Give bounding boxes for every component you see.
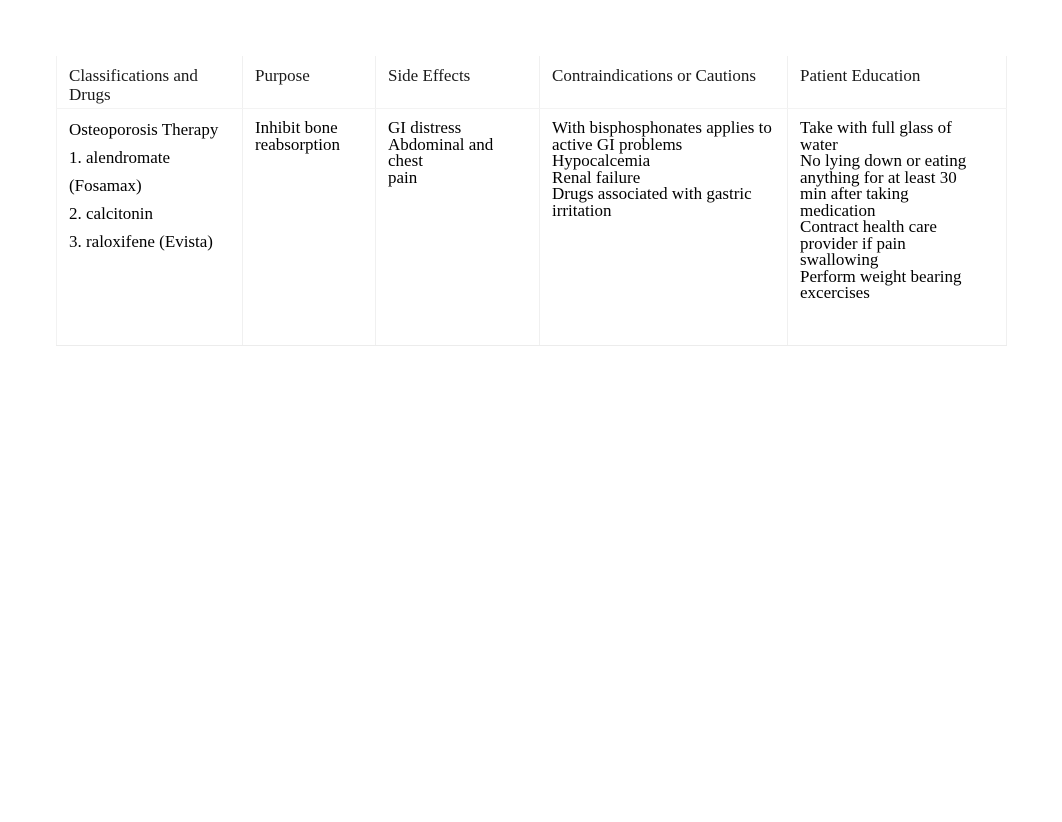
table-header-cell-purpose: Purpose [242,56,376,109]
purpose-block: Inhibit bone reabsorption [255,119,365,154]
contraindication-line: irritation [552,200,612,220]
drug-item-brand: (Fosamax) [69,176,142,195]
drug-classification-table: Classifications and Drugs Purpose Side E… [56,56,1007,346]
table-row: Osteoporosis Therapy 1. alendromate (Fos… [56,108,1007,346]
drug-category-osteoporosis-therapy: Osteoporosis Therapy [69,120,219,139]
cell-side-effects: GI distress Abdominal and chest pain [375,108,540,346]
cell-contraindications: With bisphosphonates applies to active G… [539,108,788,346]
cell-purpose: Inhibit bone reabsorption [242,108,376,346]
drug-item: 1. alendromate [69,148,171,167]
table-header-cell-contraindications: Contraindications or Cautions [539,56,788,109]
drug-item: 2. calcitonin [69,204,154,223]
table-header-cell-patient-education: Patient Education [787,56,1007,109]
cell-patient-education: Take with full glass of water No lying d… [787,108,1007,346]
document-page: Classifications and Drugs Purpose Side E… [0,0,1062,822]
patient-education-block: Take with full glass of water No lying d… [800,119,996,302]
cell-classifications-and-drugs: Osteoporosis Therapy 1. alendromate (Fos… [56,108,243,346]
column-header-contraindications-or-cautions: Contraindications or Cautions [552,66,756,85]
side-effect-line: Abdominal and chest [388,134,494,170]
patient-education-line: excercises [800,283,870,302]
purpose-line: reabsorption [255,134,340,154]
contraindications-block: With bisphosphonates applies to active G… [552,119,777,220]
column-header-side-effects: Side Effects [388,66,471,85]
side-effects-block: GI distress Abdominal and chest pain [388,119,529,187]
table-header-cell-classifications: Classifications and Drugs [56,56,243,109]
drug-item: 3. raloxifene (Evista) [69,232,213,251]
table-header-cell-side-effects: Side Effects [375,56,540,109]
table-header-row: Classifications and Drugs Purpose Side E… [56,56,1007,109]
side-effect-line: pain [388,167,418,187]
column-header-classifications-and-drugs: Classifications and Drugs [69,66,198,104]
column-header-purpose: Purpose [255,66,310,85]
column-header-patient-education: Patient Education [800,66,921,85]
drug-list-block: Osteoporosis Therapy 1. alendromate (Fos… [69,120,232,251]
